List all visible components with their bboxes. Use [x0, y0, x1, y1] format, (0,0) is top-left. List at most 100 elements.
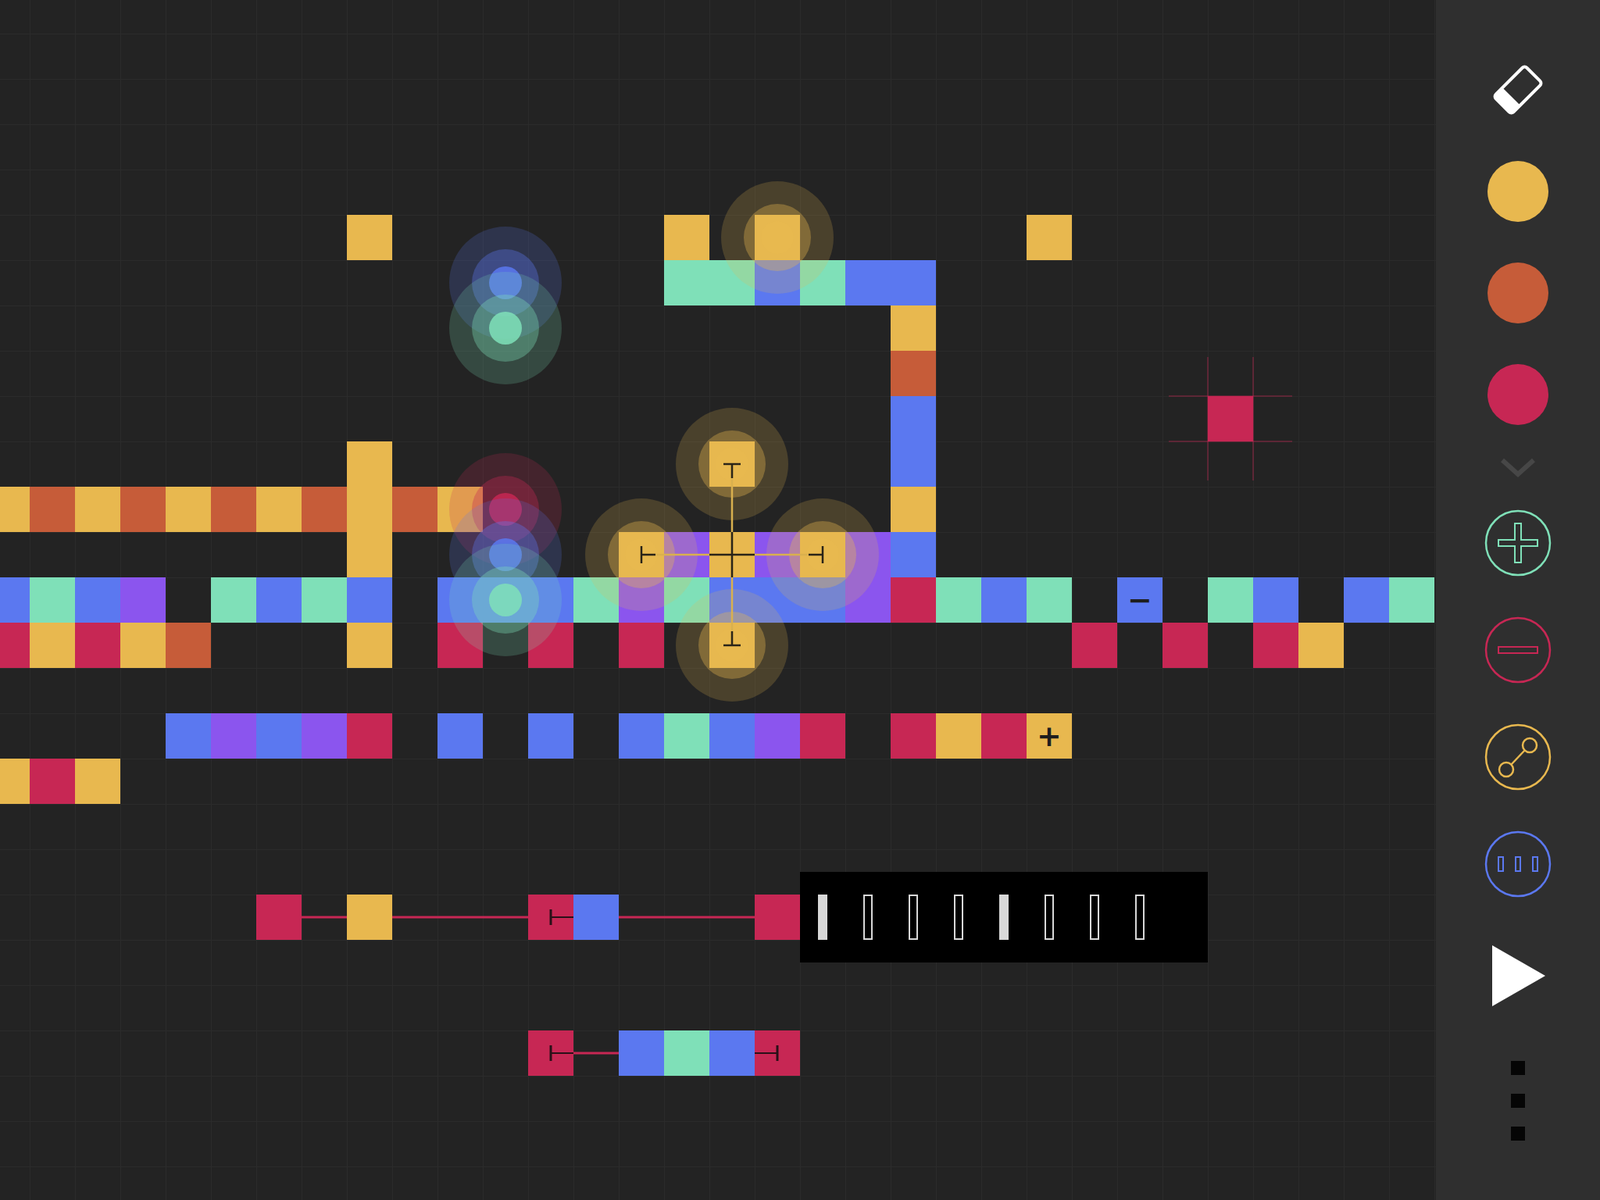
note-cell[interactable]	[165, 713, 211, 759]
note-cell[interactable]	[0, 577, 30, 623]
note-cell[interactable]	[890, 305, 936, 351]
note-cell[interactable]	[29, 577, 75, 623]
note-cell[interactable]	[664, 1030, 710, 1076]
note-cell[interactable]	[845, 260, 891, 306]
note-cell[interactable]	[528, 622, 574, 668]
note-cell[interactable]	[754, 214, 800, 261]
note-cell[interactable]	[165, 486, 211, 533]
note-cell[interactable]	[301, 713, 347, 759]
step-bar[interactable]	[1089, 894, 1100, 940]
note-cell[interactable]	[346, 486, 393, 533]
color-swatch-icon[interactable]	[1487, 364, 1549, 425]
note-cell[interactable]	[754, 894, 800, 940]
note-cell[interactable]	[890, 577, 936, 623]
note-cell[interactable]	[256, 713, 302, 759]
note-cell[interactable]	[346, 532, 393, 578]
note-cell[interactable]: +	[1026, 713, 1072, 759]
note-cell[interactable]	[664, 577, 710, 623]
note-cell[interactable]	[437, 713, 483, 759]
note-cell[interactable]	[754, 1030, 800, 1076]
note-cell[interactable]	[709, 713, 755, 759]
step-bar[interactable]	[953, 894, 964, 940]
color-tool[interactable]	[1435, 140, 1600, 243]
step-bar[interactable]	[817, 894, 828, 940]
note-cell[interactable]	[165, 622, 211, 668]
eraser-icon[interactable]	[1485, 57, 1551, 123]
note-cell[interactable]	[1071, 622, 1118, 668]
eraser-tool[interactable]	[1435, 39, 1600, 141]
remove-icon[interactable]	[1482, 614, 1554, 686]
note-cell[interactable]	[935, 577, 982, 623]
note-cell[interactable]	[1298, 622, 1344, 668]
note-cell[interactable]	[664, 713, 710, 759]
note-cell[interactable]	[256, 894, 302, 940]
note-cell[interactable]	[618, 577, 665, 623]
note-cell[interactable]	[1207, 577, 1254, 623]
note-cell[interactable]	[301, 486, 347, 533]
play-tool[interactable]	[1435, 917, 1600, 1035]
note-cell[interactable]	[1207, 396, 1254, 442]
play-icon[interactable]	[1489, 943, 1547, 1008]
note-cell[interactable]	[618, 1030, 665, 1076]
note-cell[interactable]	[392, 486, 438, 533]
note-cell[interactable]	[1389, 577, 1435, 623]
color-swatch-icon[interactable]	[1487, 262, 1549, 324]
note-cell[interactable]	[301, 577, 347, 623]
note-cell[interactable]	[709, 1030, 755, 1076]
note-cell[interactable]	[528, 1030, 574, 1076]
note-cell[interactable]	[120, 577, 166, 623]
note-cell[interactable]	[346, 622, 393, 668]
color-tool[interactable]	[1435, 343, 1600, 446]
note-cell[interactable]	[890, 441, 936, 487]
step-bar[interactable]	[863, 894, 873, 940]
note-cell[interactable]	[75, 577, 121, 623]
note-cell[interactable]	[29, 486, 75, 533]
note-cell[interactable]	[890, 260, 936, 306]
note-cell[interactable]	[618, 532, 665, 578]
note-cell[interactable]	[890, 532, 936, 578]
note-cell[interactable]	[800, 713, 846, 759]
note-cell[interactable]: −	[1117, 577, 1163, 623]
note-cell[interactable]	[75, 486, 121, 533]
note-cell[interactable]	[437, 486, 483, 533]
link-icon[interactable]	[1482, 721, 1554, 793]
note-cell[interactable]	[0, 758, 30, 804]
note-cell[interactable]	[210, 713, 257, 759]
pattern-tool[interactable]	[1435, 810, 1600, 918]
note-cell[interactable]	[29, 758, 75, 804]
note-cell[interactable]	[346, 577, 393, 623]
note-cell[interactable]	[845, 577, 891, 623]
step-bar[interactable]	[1135, 894, 1145, 940]
grid-canvas[interactable]: −+	[0, 0, 1436, 1200]
note-cell[interactable]	[1343, 577, 1390, 623]
note-cell[interactable]	[1026, 214, 1072, 261]
note-cell[interactable]	[1253, 622, 1299, 668]
more-tool[interactable]	[1435, 1034, 1600, 1168]
chevron-down-icon[interactable]	[1497, 455, 1539, 479]
note-cell[interactable]	[256, 577, 302, 623]
note-cell[interactable]	[890, 350, 936, 397]
note-cell[interactable]	[1026, 577, 1072, 623]
note-cell[interactable]	[346, 713, 393, 759]
note-cell[interactable]	[75, 758, 121, 804]
pattern-icon[interactable]	[1482, 828, 1554, 900]
note-cell[interactable]	[800, 260, 846, 306]
link-tool[interactable]	[1435, 703, 1600, 811]
note-cell[interactable]	[800, 532, 846, 578]
note-cell[interactable]	[664, 532, 710, 578]
note-cell[interactable]	[754, 713, 800, 759]
add-icon[interactable]	[1482, 507, 1554, 579]
note-cell[interactable]	[1253, 577, 1299, 623]
note-cell[interactable]	[528, 713, 574, 759]
note-cell[interactable]	[437, 622, 483, 668]
expand-tool[interactable]	[1435, 445, 1600, 490]
note-cell[interactable]	[709, 441, 755, 487]
note-cell[interactable]	[935, 713, 982, 759]
note-cell[interactable]	[754, 532, 800, 578]
color-swatch-icon[interactable]	[1487, 160, 1549, 222]
note-cell[interactable]	[573, 894, 619, 940]
note-cell[interactable]	[29, 622, 75, 668]
note-cell[interactable]	[754, 260, 800, 306]
note-cell[interactable]	[709, 532, 755, 578]
note-cell[interactable]	[618, 713, 665, 759]
